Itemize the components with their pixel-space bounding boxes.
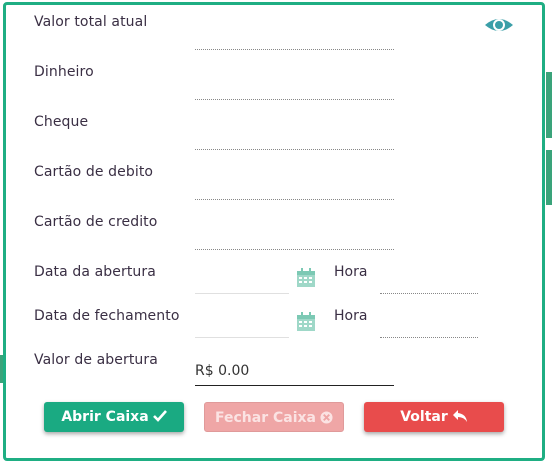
opening-date-label: Data da abertura [34, 264, 156, 280]
close-circle-icon [320, 411, 333, 424]
cash-input[interactable] [195, 81, 394, 100]
debit-card-input[interactable] [195, 181, 394, 200]
total-value-input[interactable] [195, 31, 394, 50]
opening-value-input[interactable]: R$ 0.00 [195, 357, 394, 386]
open-register-label: Abrir Caixa [61, 409, 149, 425]
back-button[interactable]: Voltar [364, 402, 504, 432]
eye-icon[interactable] [484, 15, 514, 35]
field-label-check: Cheque [34, 114, 89, 130]
field-label-debit: Cartão de debito [34, 164, 154, 180]
check-input[interactable] [195, 131, 394, 150]
calendar-icon[interactable] [296, 312, 316, 332]
open-register-button[interactable]: Abrir Caixa [44, 402, 184, 432]
back-label: Voltar [400, 409, 448, 425]
background-strip [546, 150, 552, 205]
closing-date-label: Data de fechamento [34, 308, 180, 324]
closing-time-label: Hora [334, 308, 368, 324]
field-label-cash: Dinheiro [34, 64, 94, 80]
opening-time-label: Hora [334, 264, 368, 280]
closing-date-input[interactable] [195, 319, 289, 338]
check-icon [152, 410, 167, 422]
opening-value-label: Valor de abertura [34, 352, 158, 368]
field-label-total: Valor total atual [34, 14, 148, 30]
close-register-label: Fechar Caixa [215, 410, 316, 426]
reply-arrow-icon [452, 410, 467, 422]
calendar-icon[interactable] [296, 268, 316, 288]
close-register-button[interactable]: Fechar Caixa [204, 402, 344, 432]
field-label-credit: Cartão de credito [34, 214, 158, 230]
opening-time-input[interactable] [380, 275, 478, 294]
opening-date-input[interactable] [195, 275, 289, 294]
credit-card-input[interactable] [195, 231, 394, 250]
closing-time-input[interactable] [380, 319, 478, 338]
background-strip [546, 72, 552, 138]
